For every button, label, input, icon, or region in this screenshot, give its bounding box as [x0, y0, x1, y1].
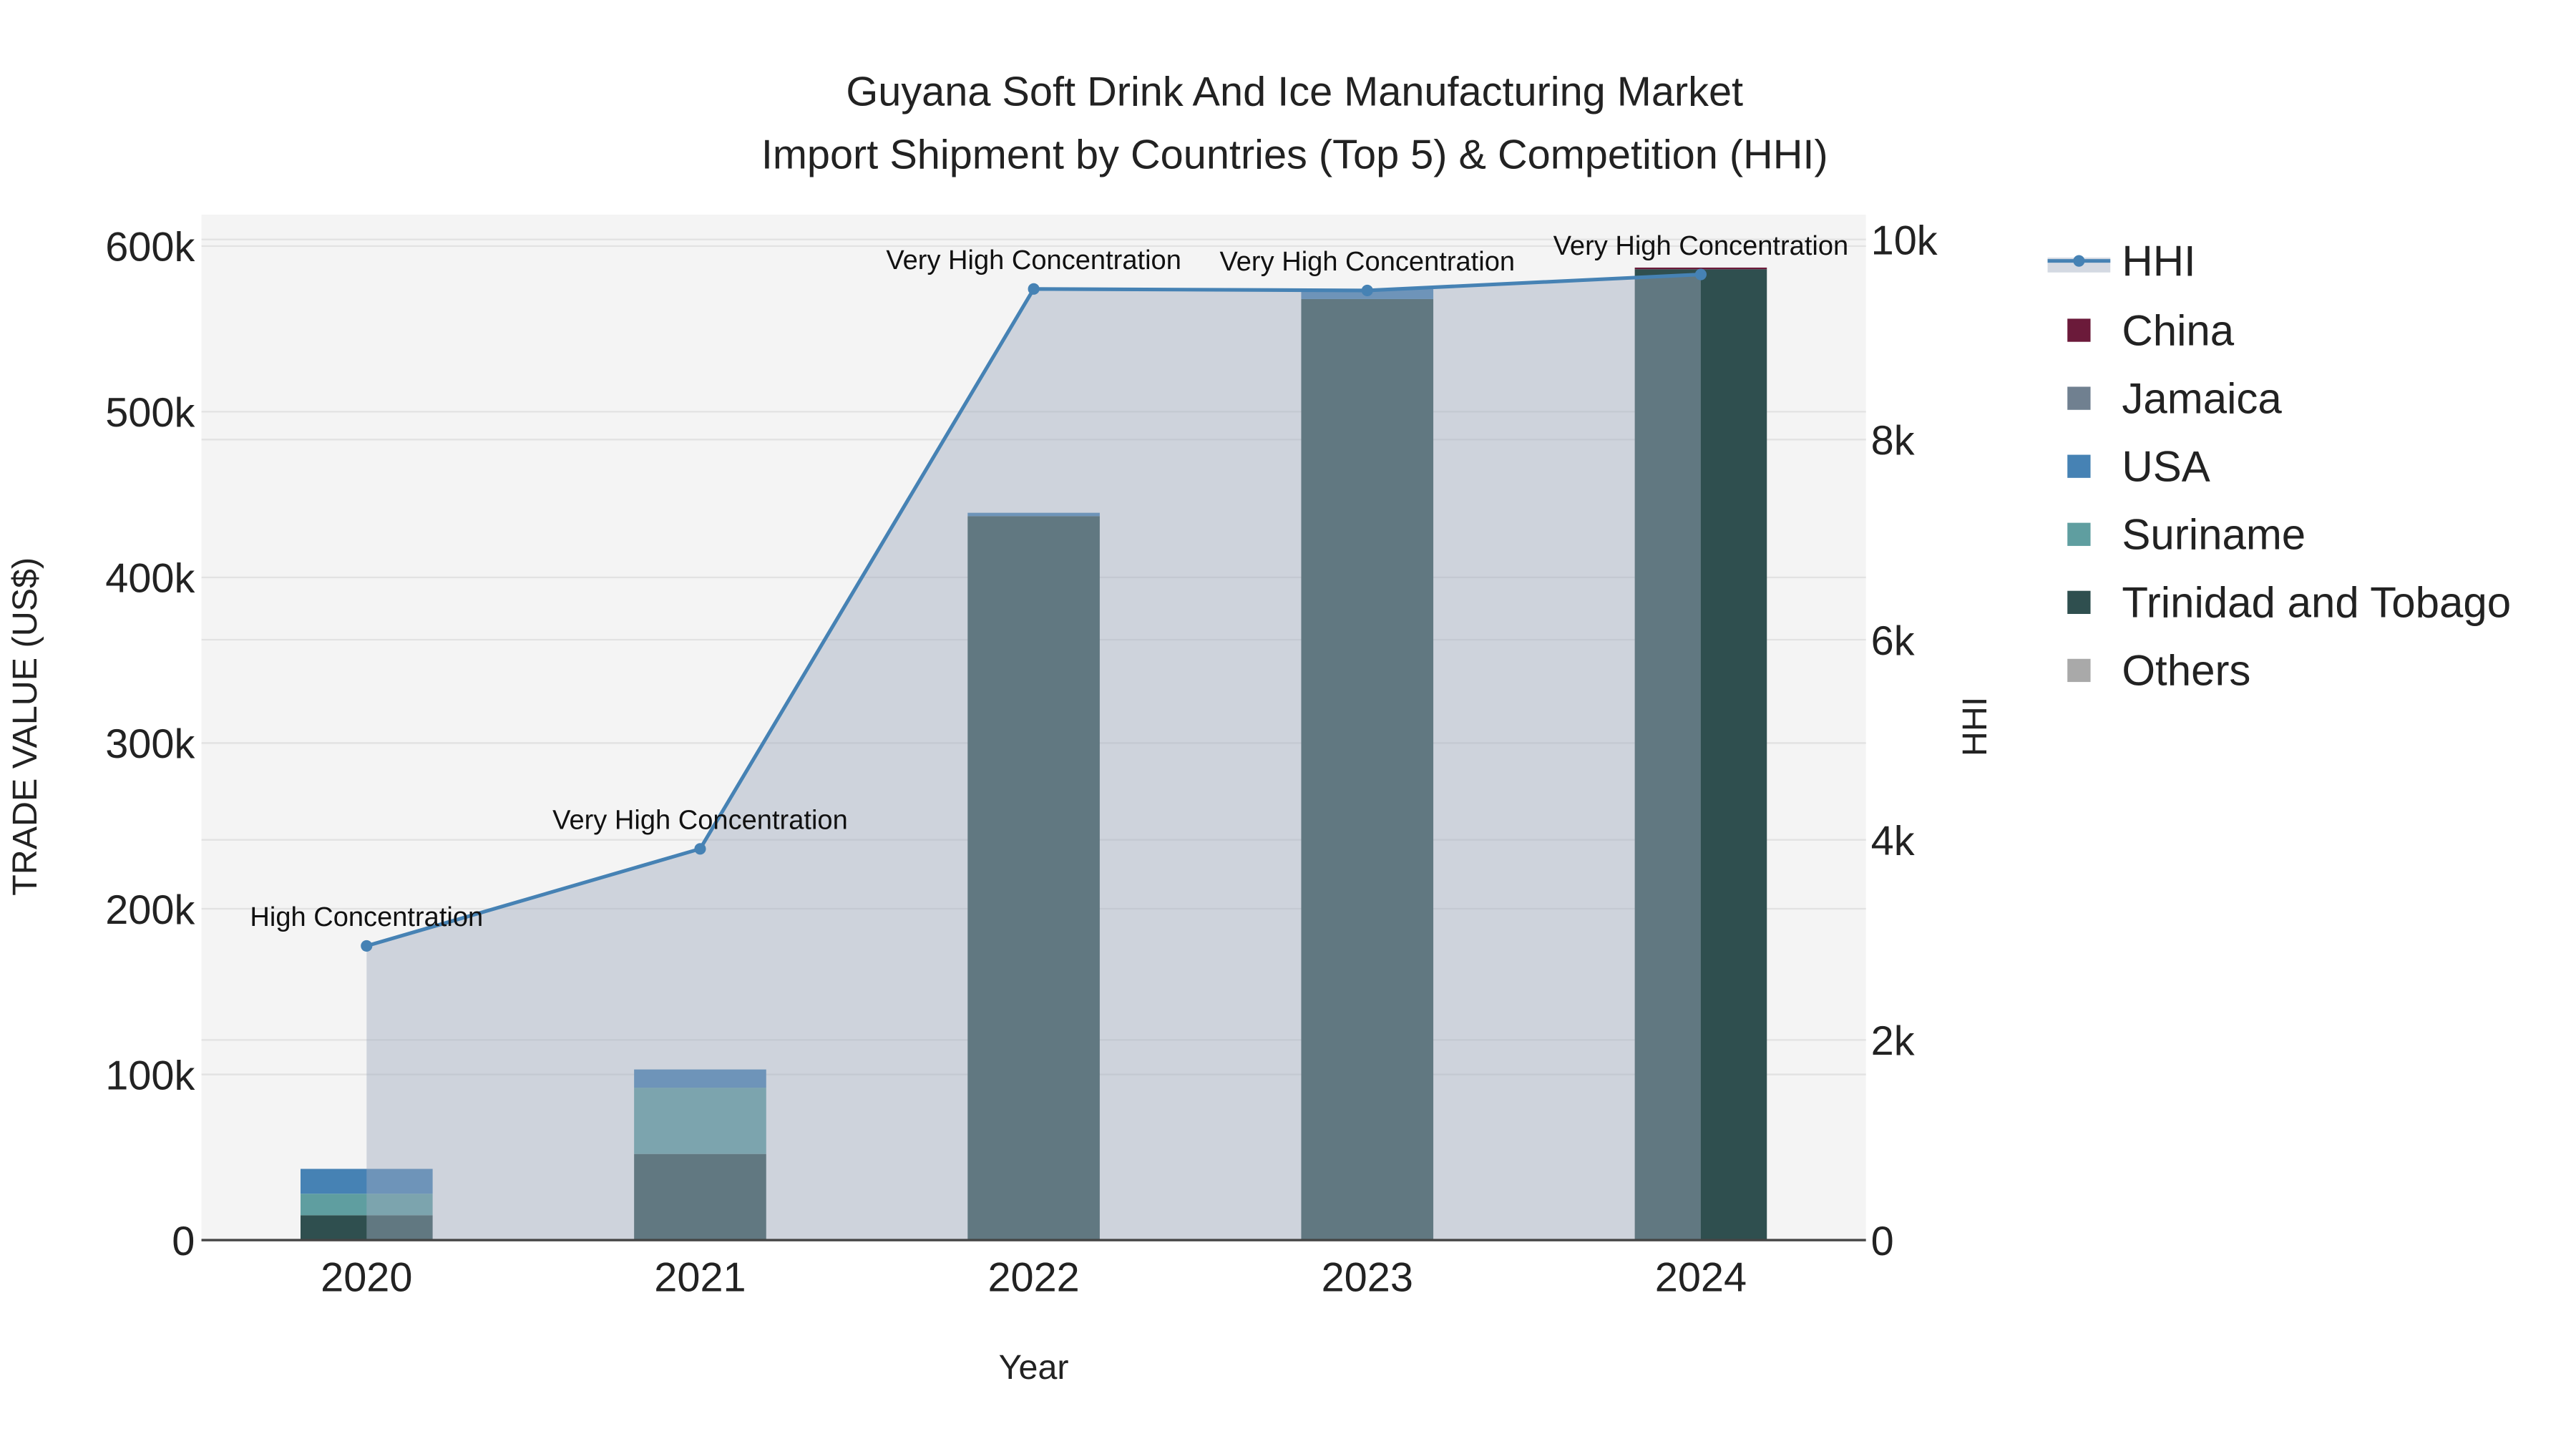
x-tick-label: 2024: [1655, 1255, 1747, 1301]
y2-tick-label: 0: [1871, 1219, 1894, 1264]
x-tick-label: 2021: [654, 1255, 746, 1301]
hhi-point: [1361, 284, 1373, 297]
hhi-point: [1694, 268, 1707, 280]
legend-label: USA: [2122, 442, 2210, 490]
y2-tick-label: 4k: [1871, 818, 1915, 864]
y-tick-label: 500k: [105, 390, 195, 436]
hhi-point: [1028, 283, 1040, 295]
y-tick-label: 300k: [105, 721, 195, 767]
y-tick-label: 0: [172, 1219, 195, 1264]
x-axis-label: Year: [999, 1348, 1069, 1387]
hhi-point: [361, 940, 373, 952]
legend-swatch: [2067, 658, 2091, 683]
y2-axis-ticks: 0 2k 4k 6k 8k 10k: [1871, 218, 1938, 1264]
legend-swatch: [2067, 318, 2091, 342]
legend-swatch: [2067, 454, 2091, 478]
hhi-annotation: Very High Concentration: [1553, 231, 1849, 261]
y2-tick-label: 10k: [1871, 218, 1938, 263]
y2-axis-label: HHI: [1956, 697, 1994, 756]
y2-tick-label: 6k: [1871, 618, 1915, 664]
legend-swatch-hhi-point: [2073, 255, 2085, 267]
hhi-annotation: Very High Concentration: [886, 245, 1181, 275]
y-tick-label: 400k: [105, 556, 195, 602]
y2-tick-label: 2k: [1871, 1018, 1915, 1064]
legend-label: China: [2122, 306, 2234, 354]
x-tick-label: 2023: [1322, 1255, 1413, 1301]
y-axis-label: TRADE VALUE (US$): [6, 557, 44, 896]
hhi-annotation: Very High Concentration: [1219, 247, 1515, 277]
x-axis-ticks: 2020 2021 2022 2023 2024: [321, 1255, 1747, 1301]
y-axis-ticks: 0 100k 200k 300k 400k 500k 600k: [105, 225, 195, 1264]
legend-label-hhi: HHI: [2122, 237, 2195, 285]
legend-swatch: [2067, 522, 2091, 546]
legend-label: Jamaica: [2122, 374, 2282, 422]
legend-swatch: [2067, 386, 2091, 410]
legend-label: Suriname: [2122, 511, 2306, 559]
x-tick-label: 2020: [321, 1255, 412, 1301]
y-tick-label: 100k: [105, 1053, 195, 1098]
y-tick-label: 200k: [105, 887, 195, 933]
y2-tick-label: 8k: [1871, 418, 1915, 464]
legend-label: Others: [2122, 647, 2250, 695]
y-tick-label: 600k: [105, 225, 195, 270]
chart: Guyana Soft Drink And Ice Manufacturing …: [6, 69, 2511, 1387]
legend-swatch: [2067, 590, 2091, 614]
chart-title-line1: Guyana Soft Drink And Ice Manufacturing …: [846, 69, 1743, 115]
hhi-point: [694, 843, 706, 855]
hhi-annotation: High Concentration: [250, 902, 483, 932]
hhi-annotation: Very High Concentration: [552, 806, 848, 836]
legend: HHI China Jamaica USA Suriname Trinidad and T…: [2047, 237, 2511, 695]
x-tick-label: 2022: [987, 1255, 1079, 1301]
legend-label: Trinidad and Tobago: [2122, 579, 2511, 627]
chart-title-line2: Import Shipment by Countries (Top 5) & C…: [761, 132, 1828, 177]
